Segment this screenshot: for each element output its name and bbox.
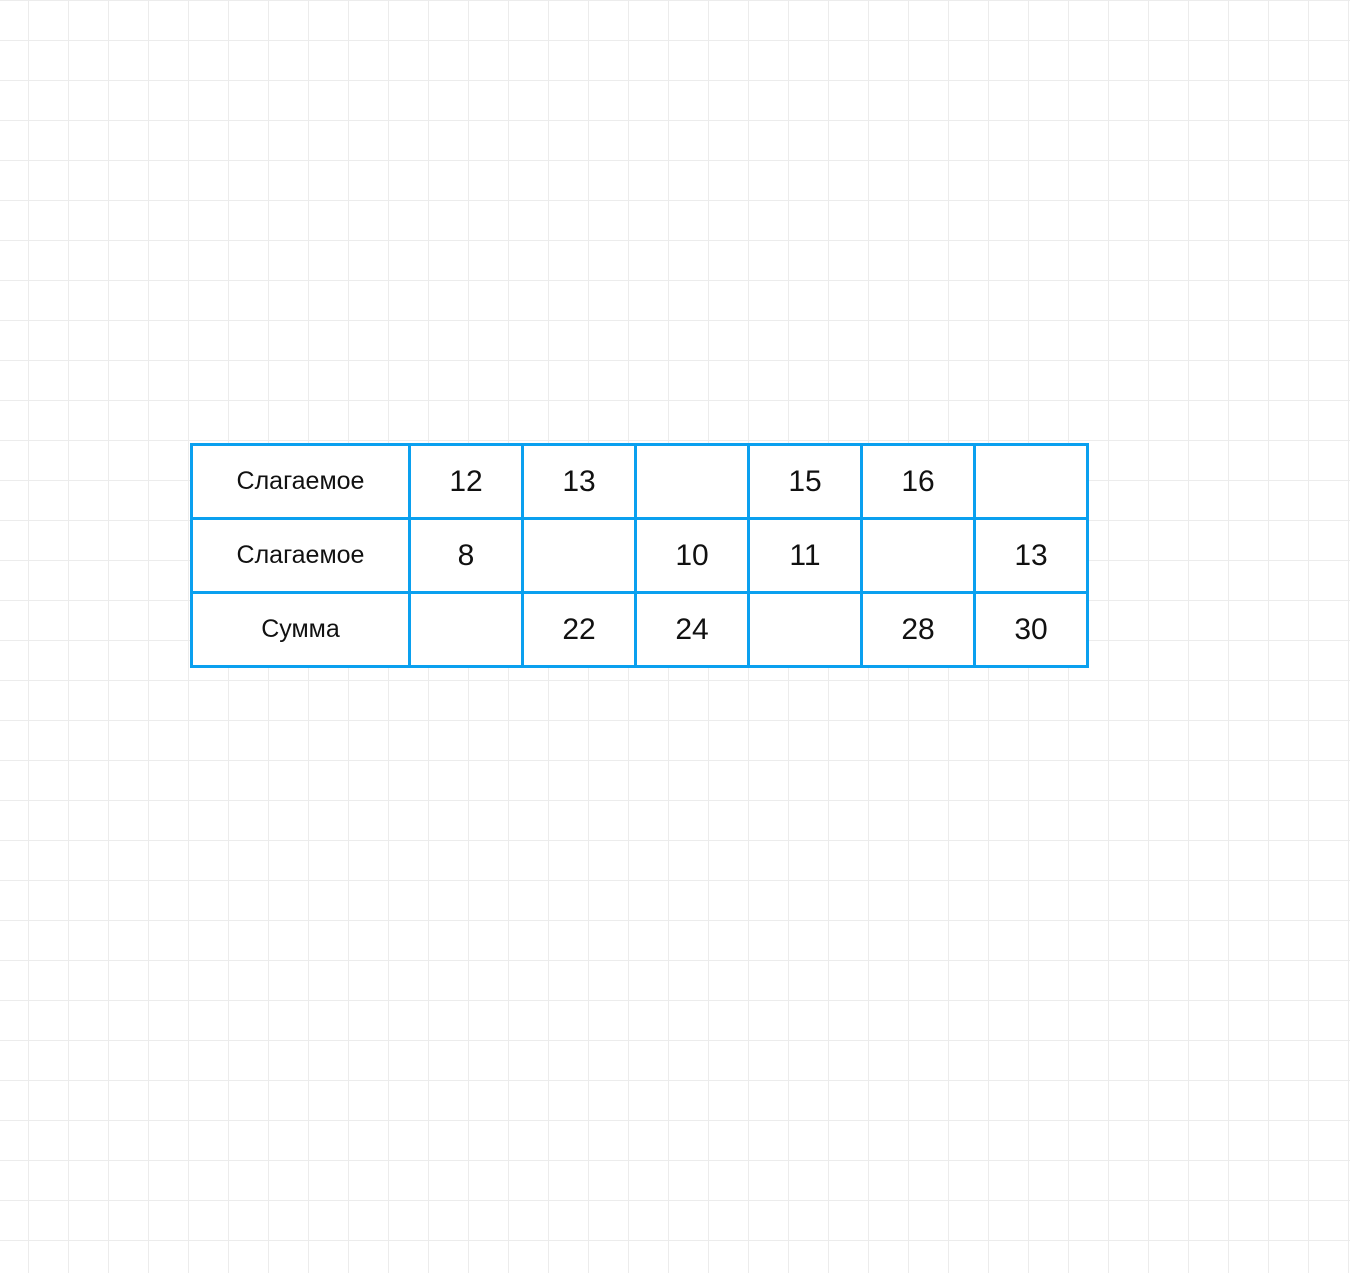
row-label-sum: Сумма xyxy=(192,593,410,667)
cell: 13 xyxy=(975,519,1088,593)
cell: 16 xyxy=(862,445,975,519)
table-row: Сумма 22 24 28 30 xyxy=(192,593,1088,667)
cell xyxy=(975,445,1088,519)
cell xyxy=(410,593,523,667)
row-label-addend-1: Слагаемое xyxy=(192,445,410,519)
cell: 30 xyxy=(975,593,1088,667)
table-row: Слагаемое 12 13 15 16 xyxy=(192,445,1088,519)
cell: 13 xyxy=(523,445,636,519)
cell: 28 xyxy=(862,593,975,667)
cell xyxy=(749,593,862,667)
addition-table-container: Слагаемое 12 13 15 16 Слагаемое 8 10 11 … xyxy=(190,443,1089,668)
row-label-addend-2: Слагаемое xyxy=(192,519,410,593)
table-row: Слагаемое 8 10 11 13 xyxy=(192,519,1088,593)
cell: 24 xyxy=(636,593,749,667)
cell: 11 xyxy=(749,519,862,593)
cell: 22 xyxy=(523,593,636,667)
cell: 12 xyxy=(410,445,523,519)
cell xyxy=(636,445,749,519)
cell: 15 xyxy=(749,445,862,519)
addition-table: Слагаемое 12 13 15 16 Слагаемое 8 10 11 … xyxy=(190,443,1089,668)
cell: 8 xyxy=(410,519,523,593)
cell xyxy=(862,519,975,593)
cell xyxy=(523,519,636,593)
cell: 10 xyxy=(636,519,749,593)
